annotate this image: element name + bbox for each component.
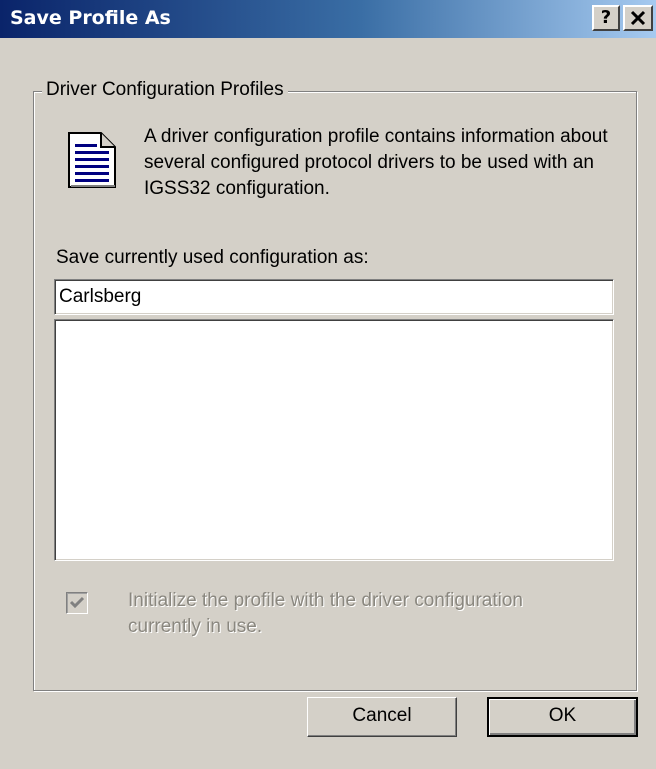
cancel-button[interactable]: Cancel xyxy=(307,697,457,737)
profile-name-input[interactable] xyxy=(54,279,614,315)
title-bar[interactable]: Save Profile As ? xyxy=(0,0,656,38)
window-title: Save Profile As xyxy=(10,7,171,29)
help-button[interactable]: ? xyxy=(592,5,620,31)
profile-description: A driver configuration profile contains … xyxy=(144,126,608,199)
initialize-option: Initialize the profile with the driver c… xyxy=(66,588,606,648)
group-legend: Driver Configuration Profiles xyxy=(42,78,288,102)
ok-button[interactable]: OK xyxy=(487,697,638,737)
checkmark-icon xyxy=(69,596,85,609)
initialize-checkbox[interactable] xyxy=(66,592,88,614)
document-icon xyxy=(66,132,118,190)
close-button[interactable] xyxy=(623,5,653,31)
save-profile-dialog: Save Profile As ? Driver Configuration P… xyxy=(0,0,656,769)
initialize-label: Initialize the profile with the driver c… xyxy=(128,590,523,637)
profile-list[interactable] xyxy=(54,319,614,561)
close-icon xyxy=(625,7,651,29)
save-as-label: Save currently used configuration as: xyxy=(56,247,369,268)
